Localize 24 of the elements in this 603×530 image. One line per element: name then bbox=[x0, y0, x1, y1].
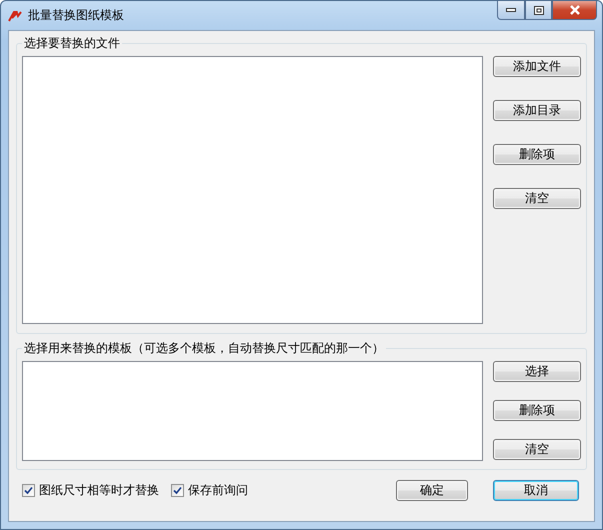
file-action-button[interactable]: 添加目录 bbox=[493, 100, 581, 121]
window-title: 批量替换图纸模板 bbox=[28, 7, 124, 24]
checkbox-label: 图纸尺寸相等时才替换 bbox=[39, 482, 159, 499]
group-label: 选择用来替换的模板（可选多个模板，自动替换尺寸匹配的那一个） bbox=[23, 340, 385, 357]
maximize-button[interactable] bbox=[525, 1, 552, 20]
app-logo-icon bbox=[8, 10, 22, 22]
group-label: 选择要替换的文件 bbox=[23, 35, 121, 52]
template-list[interactable] bbox=[22, 361, 483, 461]
minimize-icon bbox=[506, 8, 516, 12]
file-action-button[interactable]: 添加文件 bbox=[493, 56, 581, 77]
template-action-button[interactable]: 清空 bbox=[493, 439, 581, 460]
checkbox-label: 保存前询问 bbox=[188, 482, 248, 499]
close-icon bbox=[568, 5, 580, 15]
close-button[interactable] bbox=[552, 1, 597, 20]
checkbox[interactable] bbox=[171, 484, 184, 497]
dialog-button[interactable]: 取消 bbox=[493, 480, 579, 501]
file-action-button[interactable]: 删除项 bbox=[493, 144, 581, 165]
file-action-button[interactable]: 清空 bbox=[493, 188, 581, 209]
template-action-button[interactable]: 删除项 bbox=[493, 400, 581, 421]
minimize-button[interactable] bbox=[497, 1, 525, 20]
template-action-button[interactable]: 选择 bbox=[493, 361, 581, 382]
dialog-button[interactable]: 确定 bbox=[396, 480, 468, 501]
maximize-icon bbox=[534, 6, 544, 14]
checkbox[interactable] bbox=[22, 484, 35, 497]
